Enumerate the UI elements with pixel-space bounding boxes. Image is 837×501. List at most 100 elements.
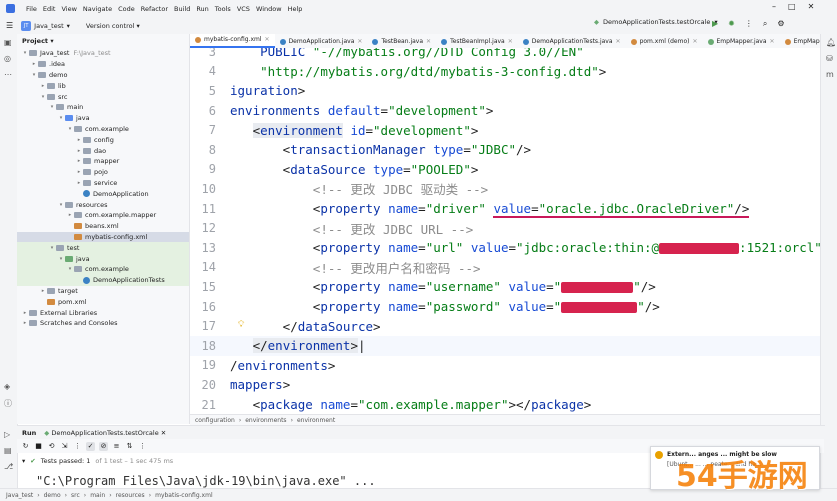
editor-tab[interactable]: EmpMapper.java ✕ xyxy=(703,35,780,48)
tree-item[interactable]: ▸ service xyxy=(17,178,189,189)
code-line[interactable]: 5 iguration> xyxy=(190,81,820,101)
close-icon[interactable]: ✕ xyxy=(508,38,513,45)
tree-item[interactable]: ▾ test xyxy=(17,242,189,254)
menu-item-run[interactable]: Run xyxy=(193,5,211,13)
menu-item-tools[interactable]: Tools xyxy=(212,5,234,13)
menu-item-help[interactable]: Help xyxy=(285,5,306,13)
menu-item-file[interactable]: File xyxy=(23,5,40,13)
menu-item-refactor[interactable]: Refactor xyxy=(138,5,171,13)
close-icon[interactable]: ✕ xyxy=(616,38,621,45)
tree-item[interactable]: DemoApplication xyxy=(17,188,189,199)
code-line[interactable]: 8 <transactionManager type="JDBC"/> xyxy=(190,140,820,160)
tree-item[interactable]: ▾ java xyxy=(17,253,189,264)
tree-item[interactable]: ▾ demo xyxy=(17,70,189,81)
tree-item[interactable]: ▾ Java_test F:\Java_test xyxy=(17,48,189,59)
status-path-item[interactable]: resources xyxy=(116,492,145,499)
menu-item-view[interactable]: View xyxy=(58,5,79,13)
editor-tab[interactable]: TestBean.java ✕ xyxy=(367,35,436,48)
project-tool-icon[interactable]: ▣ xyxy=(4,38,12,47)
minimize-icon[interactable]: – xyxy=(772,2,776,11)
chevron-right-icon[interactable]: ▸ xyxy=(66,212,74,218)
stop-icon[interactable]: ■ xyxy=(34,442,43,451)
status-path-item[interactable]: mybatis-config.xml xyxy=(155,492,213,499)
database-icon[interactable]: ⛁ xyxy=(826,54,833,63)
close-icon[interactable]: ✕ xyxy=(426,38,431,45)
code-line[interactable]: 20 mappers> xyxy=(190,375,820,395)
code-line[interactable]: 12 <!-- 更改 JDBC URL --> xyxy=(190,218,820,238)
project-switcher[interactable]: JT Java_test ▾ xyxy=(21,20,70,31)
chevron-right-icon[interactable]: ▸ xyxy=(75,158,83,164)
status-path-item[interactable]: main xyxy=(90,492,105,499)
tree-item[interactable]: ▸ dao xyxy=(17,145,189,156)
code-line[interactable]: 13 <property name="url" value="jdbc:orac… xyxy=(190,238,820,258)
menu-item-navigate[interactable]: Navigate xyxy=(80,5,115,13)
terminal-tool-icon[interactable]: ▤ xyxy=(4,446,12,455)
menu-item-window[interactable]: Window xyxy=(253,5,285,13)
code-line[interactable]: 14 <!-- 更改用户名和密码 --> xyxy=(190,258,820,278)
structure-tool-icon[interactable]: ⋯ xyxy=(4,70,12,79)
show-passed-icon[interactable]: ✓ xyxy=(86,441,95,451)
code-line[interactable]: 6 environments default="development"> xyxy=(190,101,820,121)
code-editor[interactable]: 3 PUBLIC "-//mybatis.org//DTD Config 3.0… xyxy=(190,48,820,414)
status-path-item[interactable]: demo xyxy=(44,492,61,499)
intention-bulb-icon[interactable]: 💡︎ xyxy=(238,320,244,330)
editor-tab[interactable]: TestBeanImpl.java ✕ xyxy=(436,35,518,48)
tree-item[interactable]: ▾ java xyxy=(17,113,189,124)
tree-item[interactable]: mybatis-config.xml xyxy=(17,231,189,243)
status-path-item[interactable]: Java_test xyxy=(6,492,33,499)
chevron-right-icon[interactable]: ▸ xyxy=(21,320,29,326)
breadcrumb-item[interactable]: environments xyxy=(245,417,286,424)
project-panel-header[interactable]: Project ▾ xyxy=(17,34,189,48)
code-line[interactable]: 11 <property name="driver" value="oracle… xyxy=(190,199,820,219)
chevron-right-icon[interactable]: ▸ xyxy=(75,169,83,175)
chevron-down-icon[interactable]: ▾ xyxy=(39,94,47,100)
tree-item[interactable]: ▸ com.example.mapper xyxy=(17,210,189,221)
menu-item-edit[interactable]: Edit xyxy=(40,5,59,13)
debug-icon[interactable]: ✹ xyxy=(728,19,735,29)
tree-item[interactable]: ▾ src xyxy=(17,91,189,102)
code-line[interactable]: 10 <!-- 更改 JDBC 驱动类 --> xyxy=(190,179,820,199)
version-control-menu[interactable]: Version control ▾ xyxy=(86,22,140,30)
tree-item[interactable]: ▸ config xyxy=(17,134,189,145)
run-tool-icon[interactable]: ▷ xyxy=(4,430,10,439)
sort-icon[interactable]: ⇅ xyxy=(125,442,134,451)
editor-tab[interactable]: pom.xml (demo) ✕ xyxy=(626,35,703,48)
run-config-selector[interactable]: ◆ DemoApplicationTests.testOrcale ▾ xyxy=(594,18,718,26)
breadcrumb-item[interactable]: configuration xyxy=(195,417,235,424)
editor-tab[interactable]: DemoApplication.java ✕ xyxy=(275,35,368,48)
chevron-right-icon[interactable]: ▸ xyxy=(30,61,38,67)
more-icon[interactable]: ⋮ xyxy=(745,19,753,29)
chevron-down-icon[interactable]: ▾ xyxy=(48,104,56,110)
breadcrumb-item[interactable]: environment xyxy=(297,417,335,424)
commit-tool-icon[interactable]: ◎ xyxy=(4,54,11,63)
filter-icon[interactable]: ⋮ xyxy=(73,442,82,451)
chevron-down-icon[interactable]: ▾ xyxy=(21,50,29,56)
tree-item[interactable]: ▸ .idea xyxy=(17,59,189,70)
tree-item[interactable]: ▾ com.example xyxy=(17,124,189,135)
expand-icon[interactable]: ≡ xyxy=(112,442,121,451)
code-line[interactable]: 17 </dataSource> xyxy=(190,316,820,336)
git-tool-icon[interactable]: ⎇ xyxy=(4,462,13,471)
code-line[interactable]: 18 </environment>| xyxy=(190,336,820,356)
chevron-right-icon[interactable]: ▸ xyxy=(75,180,83,186)
export-icon[interactable]: ⇲ xyxy=(60,442,69,451)
editor-tab[interactable]: DemoApplicationTests.java ✕ xyxy=(518,35,626,48)
chevron-down-icon[interactable]: ▾ xyxy=(48,245,56,251)
menu-item-code[interactable]: Code xyxy=(115,5,138,13)
tree-item[interactable]: beans.xml xyxy=(17,221,189,232)
code-line[interactable]: 15 <property name="username" value=" "/> xyxy=(190,277,820,297)
code-line[interactable]: 19/environments> xyxy=(190,356,820,376)
chevron-right-icon[interactable]: ▸ xyxy=(39,83,47,89)
settings-icon[interactable]: ⚙ xyxy=(777,19,784,29)
close-icon[interactable]: ✕ xyxy=(265,36,270,43)
chevron-right-icon[interactable]: ▸ xyxy=(75,148,83,154)
maximize-icon[interactable]: □ xyxy=(788,2,796,11)
code-line[interactable]: 16 <property name="password" value=" "/> xyxy=(190,297,820,317)
chevron-down-icon[interactable]: ▾ xyxy=(57,256,65,262)
chevron-right-icon[interactable]: ▸ xyxy=(39,288,47,294)
chevron-right-icon[interactable]: ▸ xyxy=(21,310,29,316)
close-icon[interactable]: ✕ xyxy=(357,38,362,45)
show-ignored-icon[interactable]: ⊘ xyxy=(99,441,108,451)
run-config-tab[interactable]: ◆ DemoApplicationTests.testOrcale ✕ xyxy=(44,429,166,437)
tree-item[interactable]: ▾ resources xyxy=(17,199,189,210)
